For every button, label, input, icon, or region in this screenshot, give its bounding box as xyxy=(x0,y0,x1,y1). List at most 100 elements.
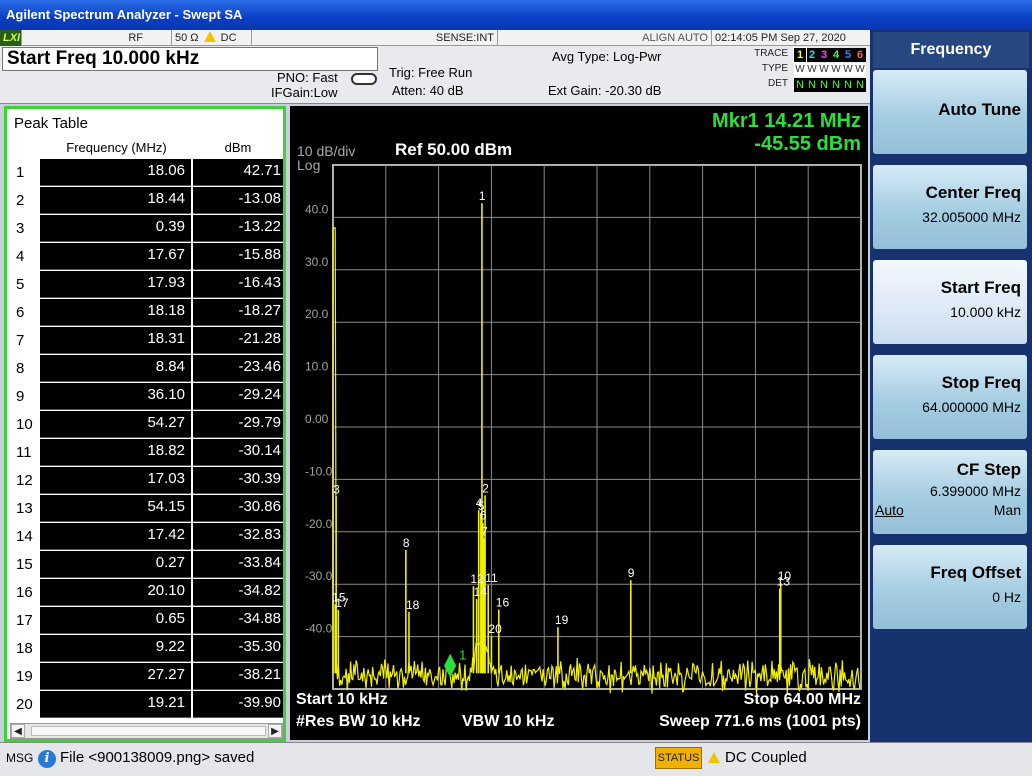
stop-frequency-label: Stop 64.00 MHz xyxy=(743,691,861,708)
peak-amplitude: -38.21 xyxy=(193,663,283,690)
peak-amplitude: 42.71 xyxy=(193,159,283,186)
peak-amplitude: -13.22 xyxy=(193,215,283,242)
status-button[interactable]: STATUS xyxy=(655,747,702,769)
peak-table-row[interactable]: 13 54.15 -30.86 xyxy=(10,495,283,523)
start-freq-softkey[interactable]: Start Freq 10.000 kHz xyxy=(873,260,1027,344)
peak-table-row[interactable]: 3 0.39 -13.22 xyxy=(10,215,283,243)
average-type-setting: Avg Type: Log-Pwr xyxy=(552,49,662,64)
peak-table-row[interactable]: 11 18.82 -30.14 xyxy=(10,439,283,467)
peak-index: 15 xyxy=(10,551,40,579)
stop-freq-softkey[interactable]: Stop Freq 64.000000 MHz xyxy=(873,355,1027,439)
trace-detectors: NNNNNN xyxy=(794,78,866,92)
trace-type-6: W xyxy=(855,64,865,75)
peak-amplitude: -29.24 xyxy=(193,383,283,410)
peak-table-row[interactable]: 16 20.10 -34.82 xyxy=(10,579,283,607)
impedance-text: 50 Ω xyxy=(175,32,199,44)
peak-label: 14 xyxy=(474,585,488,599)
peak-table-row[interactable]: 6 18.18 -18.27 xyxy=(10,299,283,327)
peak-table-row[interactable]: 10 54.27 -29.79 xyxy=(10,411,283,439)
warning-icon xyxy=(203,31,216,42)
peak-index: 11 xyxy=(10,439,40,467)
softkey-title: Freq Offset xyxy=(930,563,1021,582)
peak-table-row[interactable]: 2 18.44 -13.08 xyxy=(10,187,283,215)
peak-table-panel[interactable]: Peak Table Frequency (MHz) dBm 1 18.06 42.… xyxy=(4,106,286,742)
trace-type-3: W xyxy=(819,64,829,75)
window-title-bar: Agilent Spectrum Analyzer - Swept SA xyxy=(0,0,1032,30)
trigger-setting: Trig: Free Run xyxy=(389,65,473,80)
peak-table-row[interactable]: 7 18.31 -21.28 xyxy=(10,327,283,355)
peak-index: 16 xyxy=(10,579,40,607)
status-message: File <900138009.png> saved xyxy=(60,749,255,766)
peak-table-row[interactable]: 15 0.27 -33.84 xyxy=(10,551,283,579)
cf-step-softkey[interactable]: CF Step 6.399000 MHz Auto Man xyxy=(873,450,1027,534)
horizontal-scrollbar[interactable]: ◀ ▶ xyxy=(10,723,283,739)
peak-table-row[interactable]: 12 17.03 -30.39 xyxy=(10,467,283,495)
peak-amplitude: -33.84 xyxy=(193,551,283,578)
freq-offset-softkey[interactable]: Freq Offset 0 Hz xyxy=(873,545,1027,629)
trace-label: TRACE xyxy=(754,48,788,59)
peak-frequency: 54.15 xyxy=(40,495,191,522)
instrument-status-row: LXI RF 50 Ω DC SENSE:INT ALIGN AUTO 02:1… xyxy=(0,30,870,46)
peak-index: 18 xyxy=(10,635,40,663)
peak-frequency: 0.39 xyxy=(40,215,191,242)
trace-type-5: W xyxy=(843,64,853,75)
datetime-display: 02:14:05 PM Sep 27, 2020 xyxy=(715,32,846,44)
softkey-title: Auto Tune xyxy=(938,100,1021,119)
peak-amplitude: -18.27 xyxy=(193,299,283,326)
marker-level-readout: -45.55 dBm xyxy=(754,133,861,155)
cf-step-man-option[interactable]: Man xyxy=(971,502,1021,518)
peak-label: 6 xyxy=(480,509,487,523)
scroll-left-arrow-icon[interactable]: ◀ xyxy=(11,724,25,738)
peak-index: 2 xyxy=(10,187,40,215)
peak-amplitude: -34.88 xyxy=(193,607,283,634)
peak-table-row[interactable]: 5 17.93 -16.43 xyxy=(10,271,283,299)
info-icon: i xyxy=(38,750,56,768)
peak-index: 12 xyxy=(10,467,40,495)
peak-table-row[interactable]: 18 9.22 -35.30 xyxy=(10,635,283,663)
peak-label: 1 xyxy=(479,189,486,203)
peak-amplitude: -21.28 xyxy=(193,327,283,354)
softkey-value: 10.000 kHz xyxy=(950,304,1021,320)
peak-amplitude: -30.39 xyxy=(193,467,283,494)
peak-table-row[interactable]: 8 8.84 -23.46 xyxy=(10,355,283,383)
peak-table-row[interactable]: 19 27.27 -38.21 xyxy=(10,663,283,691)
peak-index: 3 xyxy=(10,215,40,243)
peak-table-row[interactable]: 9 36.10 -29.24 xyxy=(10,383,283,411)
trace-det-2: N xyxy=(808,79,816,91)
trace-type-2: W xyxy=(807,64,817,75)
peak-frequency: 8.84 xyxy=(40,355,191,382)
msg-label: MSG xyxy=(6,751,34,765)
frequency-column-header: Frequency (MHz) xyxy=(66,140,167,155)
trace-type-4: W xyxy=(831,64,841,75)
trace-digit-4: 4 xyxy=(832,49,840,61)
peak-amplitude: -39.90 xyxy=(193,691,283,718)
trace-digit-3: 3 xyxy=(820,49,828,61)
scroll-right-arrow-icon[interactable]: ▶ xyxy=(268,724,282,738)
peak-amplitude: -34.82 xyxy=(193,579,283,606)
center-freq-softkey[interactable]: Center Freq 32.005000 MHz xyxy=(873,165,1027,249)
auto-tune-softkey[interactable]: Auto Tune xyxy=(873,70,1027,154)
active-function-readout: Start Freq 10.000 kHz xyxy=(2,47,378,71)
peak-table-row[interactable]: 14 17.42 -32.83 xyxy=(10,523,283,551)
input-impedance-indicator: 50 Ω DC xyxy=(172,30,252,46)
softkey-panel: Frequency Auto Tune Center Freq 32.00500… xyxy=(870,30,1032,742)
peak-table-row[interactable]: 17 0.65 -34.88 xyxy=(10,607,283,635)
peak-amplitude: -16.43 xyxy=(193,271,283,298)
scrollbar-thumb[interactable] xyxy=(31,726,266,736)
peak-frequency: 17.03 xyxy=(40,467,191,494)
peak-table-row[interactable]: 20 19.21 -39.90 xyxy=(10,691,283,719)
softkey-value: 32.005000 MHz xyxy=(922,209,1021,225)
peak-label: 20 xyxy=(488,622,502,636)
sweep-time-label: Sweep 771.6 ms (1001 pts) xyxy=(659,713,861,730)
peak-frequency: 19.21 xyxy=(40,691,191,718)
peak-label: 9 xyxy=(628,566,635,580)
message-bar: MSG i File <900138009.png> saved STATUS … xyxy=(0,742,1032,776)
peak-table-row[interactable]: 1 18.06 42.71 xyxy=(10,159,283,187)
cf-step-auto-option[interactable]: Auto xyxy=(875,502,925,518)
ifgain-setting: IFGain:Low xyxy=(271,85,338,100)
peak-frequency: 54.27 xyxy=(40,411,191,438)
lxi-badge: LXI xyxy=(0,30,22,46)
peak-label: 13 xyxy=(777,575,791,589)
peak-table-row[interactable]: 4 17.67 -15.88 xyxy=(10,243,283,271)
peak-label: 7 xyxy=(481,525,488,539)
